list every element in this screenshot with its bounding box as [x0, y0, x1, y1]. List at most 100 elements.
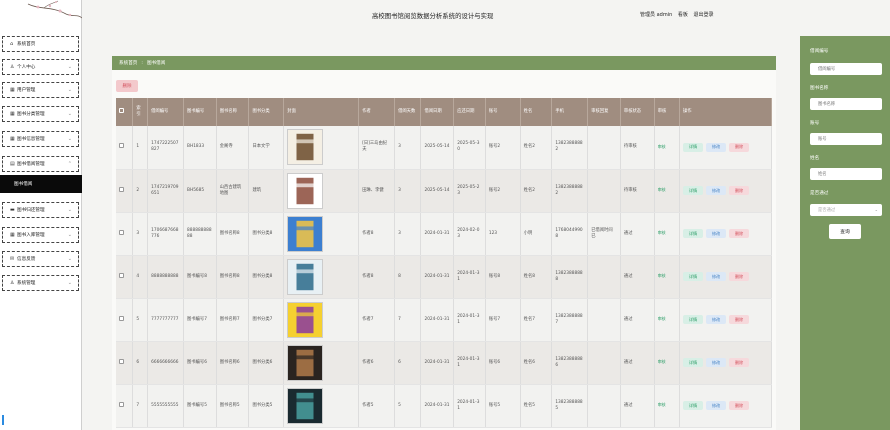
select-all-checkbox[interactable] — [119, 108, 124, 113]
audit-link[interactable]: 审核 — [658, 230, 666, 235]
table-cell-no: 1747222507827 — [147, 126, 185, 170]
grid-icon: ▦ — [10, 111, 15, 117]
row-checkbox[interactable] — [119, 358, 124, 364]
table-cell-no: 7777777777 — [147, 298, 185, 342]
sidebar-item-users[interactable]: ▦ 用户管理 ⌄ — [2, 82, 79, 98]
row-checkbox[interactable] — [119, 186, 124, 192]
borrow-no-input[interactable] — [810, 63, 882, 75]
query-button[interactable]: 查询 — [829, 224, 861, 239]
row-checkbox[interactable] — [119, 143, 124, 149]
row-checkbox[interactable] — [119, 229, 124, 235]
table-cell-author: [日]三岛由纪夫 — [358, 126, 396, 170]
detail-button[interactable]: 详情 — [683, 358, 704, 367]
audit-cell: 审核 — [654, 126, 681, 170]
row-actions: 详情 修改 删除 — [683, 229, 768, 238]
detail-button[interactable]: 详情 — [683, 315, 704, 324]
detail-button[interactable]: 详情 — [683, 186, 704, 195]
user-label: 管理员 admin — [640, 12, 673, 18]
sidebar-item-system[interactable]: ♙ 系统管理 ⌄ — [2, 275, 79, 291]
audit-link[interactable]: 审核 — [658, 316, 666, 321]
row-checkbox[interactable] — [119, 315, 124, 321]
sidebar-item-label: 图书信息管理 — [17, 137, 45, 142]
audit-link[interactable]: 审核 — [658, 144, 666, 149]
table-cell-borrow: 2024-01-31 — [420, 212, 455, 256]
status-select[interactable]: 是否通过 ⌄ — [810, 204, 882, 216]
delete-button[interactable]: 删除 — [729, 358, 750, 367]
delete-button[interactable]: 删除 — [729, 401, 750, 410]
detail-button[interactable]: 详情 — [683, 401, 704, 410]
operations-cell: 详情 修改 删除 — [679, 255, 772, 299]
sidebar-item-personal[interactable]: ♙ 个人中心 ⌄ — [2, 59, 79, 75]
name-input[interactable] — [810, 168, 882, 180]
audit-link[interactable]: 审核 — [658, 273, 666, 278]
sidebar-item-return-manage[interactable]: ▬ 图书归还管理 ⌄ — [2, 202, 79, 218]
table-cell-book-no: BH1833 — [183, 126, 217, 170]
edit-button[interactable]: 修改 — [706, 401, 727, 410]
operations-cell: 详情 修改 删除 — [679, 169, 772, 213]
sidebar-item-stock-in[interactable]: ▦ 图书入库管理 ⌄ — [2, 227, 79, 243]
sidebar-item-label: 图书分类管理 — [17, 112, 45, 117]
table-cell-phone: 13823888887 — [551, 298, 589, 342]
folder-icon: ▬ — [10, 207, 15, 213]
row-actions: 详情 修改 删除 — [683, 358, 768, 367]
sidebar-item-borrow-manage[interactable]: ▤ 图书借阅管理 ⌃ — [2, 156, 79, 172]
delete-button[interactable]: 删除 — [729, 142, 750, 152]
account-input[interactable] — [810, 133, 882, 145]
edit-button[interactable]: 修改 — [706, 229, 727, 238]
table-row: 3 1706687668776 88888888888 图书名称8 图书分类8 作者8 3 2… — [116, 212, 772, 256]
delete-button[interactable]: 删除 — [729, 272, 750, 281]
search-label: 图书名称 — [810, 86, 829, 91]
edit-button[interactable]: 修改 — [706, 315, 727, 324]
breadcrumb: 系统首页 : 图书借阅 — [112, 56, 776, 70]
detail-button[interactable]: 详情 — [683, 229, 704, 238]
batch-delete-button[interactable]: 删除 — [116, 80, 138, 92]
sidebar-item-borrow[interactable]: 图书借阅 — [0, 175, 82, 193]
search-panel: 借阅编号 图书名称 账号 姓名 是否通过 是否通过 ⌄ 查询 — [800, 36, 890, 430]
delete-button[interactable]: 删除 — [729, 229, 750, 238]
audit-link[interactable]: 审核 — [658, 359, 666, 364]
audit-link[interactable]: 审核 — [658, 402, 666, 407]
table-cell-borrow: 2025-05-14 — [420, 169, 455, 213]
table-cell-days: 5 — [394, 384, 422, 428]
edit-button[interactable]: 修改 — [706, 186, 727, 195]
table-cell-book-no: 图书编号7 — [183, 298, 217, 342]
book-cover-image — [287, 387, 324, 424]
scroll-marker — [2, 415, 4, 425]
table-cell-phone: 13823888885 — [551, 384, 589, 428]
detail-button[interactable]: 详情 — [683, 142, 704, 152]
select-all-header[interactable] — [116, 98, 134, 126]
table-cell-borrow: 2024-01-31 — [420, 255, 455, 299]
breadcrumb-home[interactable]: 系统首页 — [119, 60, 137, 66]
table-cell-status: 通过 — [620, 384, 655, 428]
row-checkbox[interactable] — [119, 401, 124, 407]
detail-button[interactable]: 详情 — [683, 272, 704, 281]
dashboard-link[interactable]: 看板 — [678, 12, 688, 18]
edit-button[interactable]: 修改 — [706, 272, 727, 281]
sidebar-item-book-category[interactable]: ▦ 图书分类管理 ⌄ — [2, 106, 79, 122]
edit-button[interactable]: 修改 — [706, 142, 727, 152]
table-cell-cat: 日本文学 — [248, 126, 285, 170]
delete-button[interactable]: 删除 — [729, 186, 750, 195]
delete-button[interactable]: 删除 — [729, 315, 750, 324]
table-cell-status: 通过 — [620, 341, 655, 385]
table-cell-acct: 账号2 — [485, 169, 521, 213]
table-cell-due: 2024-01-31 — [453, 298, 486, 342]
book-icon: ▤ — [10, 161, 15, 167]
edit-button[interactable]: 修改 — [706, 358, 727, 367]
audit-link[interactable]: 审核 — [658, 187, 666, 192]
book-name-input[interactable] — [810, 98, 882, 110]
table-cell-name: 图书名称8 — [216, 255, 250, 299]
cover-cell — [283, 255, 360, 299]
sidebar-item-feedback[interactable]: ✉ 信息反馈 ⌄ — [2, 251, 79, 267]
row-actions: 详情 修改 删除 — [683, 272, 768, 281]
table-cell-status: 待审核 — [620, 169, 655, 213]
table-cell-author: 田琳、李健 — [358, 169, 396, 213]
search-label: 姓名 — [810, 156, 820, 161]
table-cell-days: 6 — [394, 341, 422, 385]
book-cover-image — [287, 172, 324, 209]
row-checkbox[interactable] — [119, 272, 124, 278]
sidebar-item-home[interactable]: ⌂ 系统首页 — [2, 36, 79, 52]
logout-link[interactable]: 退出登录 — [693, 12, 713, 18]
chevron-down-icon: ⌄ — [67, 280, 72, 286]
sidebar-item-book-info[interactable]: ▦ 图书信息管理 ⌄ — [2, 131, 79, 147]
